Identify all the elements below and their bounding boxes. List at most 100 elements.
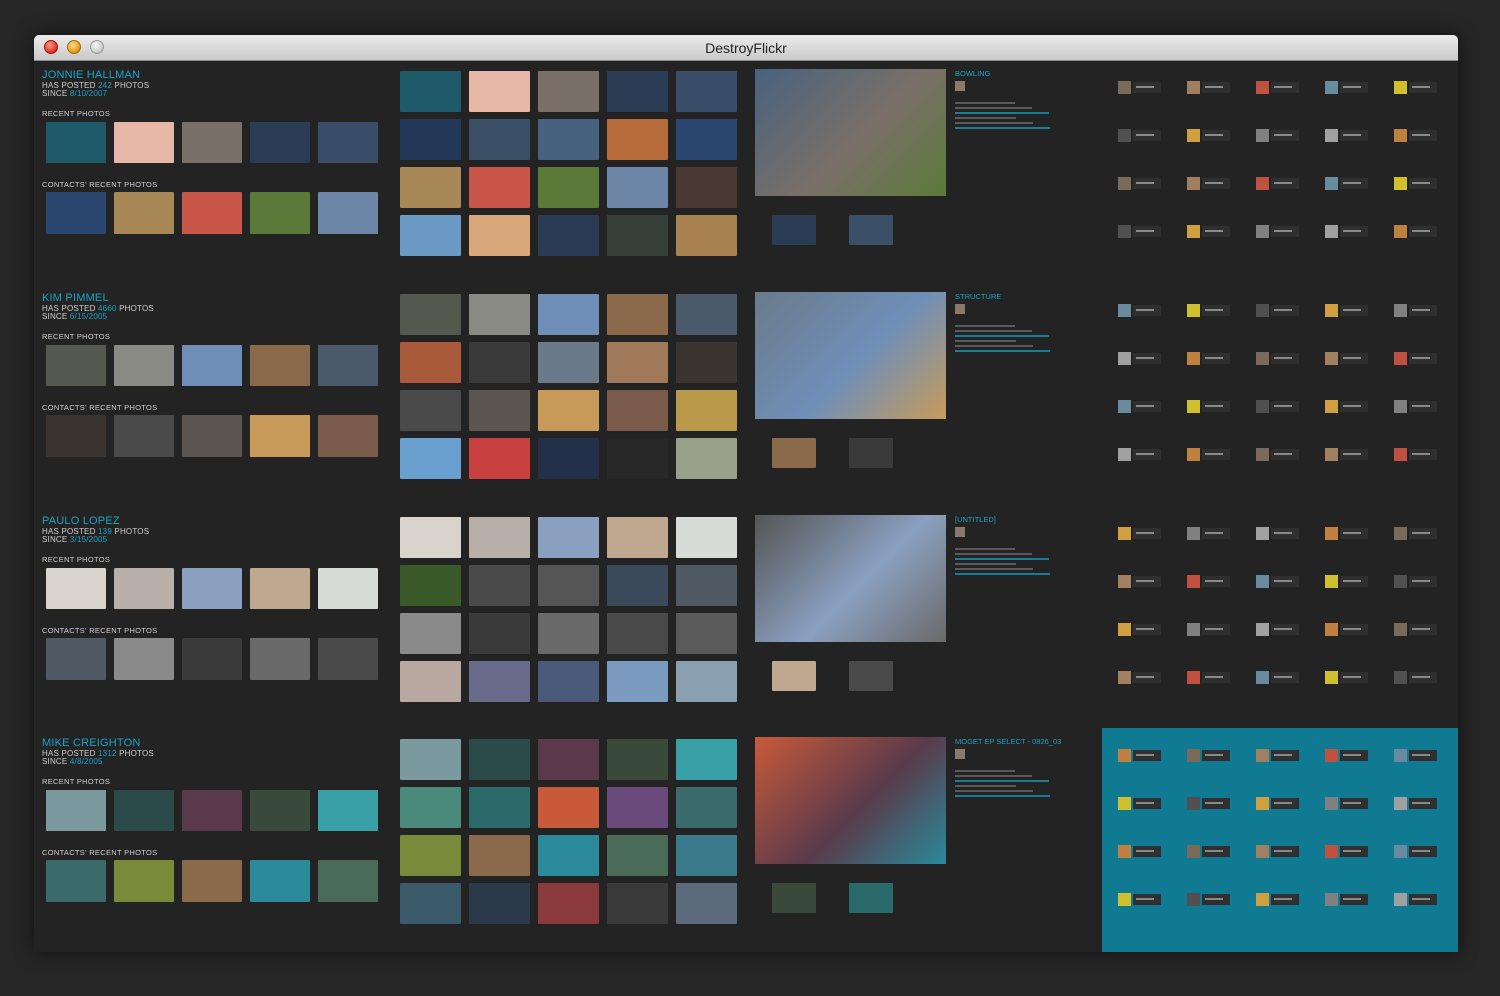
contact-item[interactable]	[1256, 448, 1302, 462]
contact-item[interactable]	[1256, 527, 1302, 541]
contact-item[interactable]	[1256, 845, 1302, 859]
recent-photo[interactable]	[46, 122, 106, 163]
contact-item[interactable]	[1187, 225, 1233, 239]
contact-item[interactable]	[1118, 893, 1164, 907]
grid-photo[interactable]	[469, 119, 530, 160]
selected-photo[interactable]	[755, 69, 946, 196]
contact-item[interactable]	[1394, 352, 1440, 366]
contact-item[interactable]	[1118, 845, 1164, 859]
contact-item[interactable]	[1394, 749, 1440, 763]
grid-photo[interactable]	[676, 390, 737, 431]
grid-photo[interactable]	[607, 661, 668, 702]
contact-item[interactable]	[1187, 845, 1233, 859]
grid-photo[interactable]	[538, 661, 599, 702]
contact-item[interactable]	[1118, 177, 1164, 191]
grid-photo[interactable]	[400, 517, 461, 558]
contact-item[interactable]	[1187, 749, 1233, 763]
contact-photo[interactable]	[182, 638, 242, 680]
grid-photo[interactable]	[469, 390, 530, 431]
contact-item[interactable]	[1394, 448, 1440, 462]
related-photo[interactable]	[772, 438, 816, 468]
grid-photo[interactable]	[400, 613, 461, 654]
selected-photo[interactable]	[755, 737, 946, 864]
contact-item[interactable]	[1118, 448, 1164, 462]
grid-photo[interactable]	[676, 787, 737, 828]
contact-photo[interactable]	[114, 415, 174, 457]
contact-item[interactable]	[1325, 304, 1371, 318]
contact-item[interactable]	[1187, 400, 1233, 414]
grid-photo[interactable]	[400, 835, 461, 876]
recent-photo[interactable]	[250, 345, 310, 386]
grid-photo[interactable]	[469, 294, 530, 335]
recent-photo[interactable]	[46, 345, 106, 386]
contact-photo[interactable]	[318, 415, 378, 457]
contact-item[interactable]	[1118, 304, 1164, 318]
grid-photo[interactable]	[469, 661, 530, 702]
related-photo[interactable]	[772, 661, 816, 691]
grid-photo[interactable]	[676, 883, 737, 924]
grid-photo[interactable]	[676, 661, 737, 702]
contact-item[interactable]	[1394, 81, 1440, 95]
contact-item[interactable]	[1325, 177, 1371, 191]
contact-item[interactable]	[1187, 177, 1233, 191]
contact-item[interactable]	[1325, 81, 1371, 95]
grid-photo[interactable]	[538, 438, 599, 479]
grid-photo[interactable]	[469, 167, 530, 208]
grid-photo[interactable]	[676, 167, 737, 208]
contact-item[interactable]	[1118, 575, 1164, 589]
grid-photo[interactable]	[400, 342, 461, 383]
grid-photo[interactable]	[538, 883, 599, 924]
grid-photo[interactable]	[538, 215, 599, 256]
photo-title[interactable]: BOWLING	[955, 69, 990, 78]
contact-item[interactable]	[1256, 893, 1302, 907]
contact-item[interactable]	[1256, 352, 1302, 366]
related-photo[interactable]	[849, 215, 893, 245]
contact-photo[interactable]	[46, 638, 106, 680]
grid-photo[interactable]	[469, 517, 530, 558]
contact-photo[interactable]	[250, 860, 310, 902]
grid-photo[interactable]	[676, 438, 737, 479]
grid-photo[interactable]	[607, 71, 668, 112]
contact-item[interactable]	[1187, 448, 1233, 462]
grid-photo[interactable]	[607, 613, 668, 654]
contact-item[interactable]	[1394, 797, 1440, 811]
related-photo[interactable]	[772, 883, 816, 913]
grid-photo[interactable]	[400, 565, 461, 606]
contact-item[interactable]	[1256, 671, 1302, 685]
grid-photo[interactable]	[607, 739, 668, 780]
contact-item[interactable]	[1394, 671, 1440, 685]
grid-photo[interactable]	[676, 739, 737, 780]
contact-item[interactable]	[1325, 623, 1371, 637]
recent-photo[interactable]	[182, 568, 242, 609]
recent-photo[interactable]	[182, 790, 242, 831]
recent-photo[interactable]	[250, 790, 310, 831]
contact-item[interactable]	[1325, 225, 1371, 239]
contact-item[interactable]	[1256, 575, 1302, 589]
contact-item[interactable]	[1187, 81, 1233, 95]
recent-photo[interactable]	[114, 790, 174, 831]
grid-photo[interactable]	[607, 342, 668, 383]
recent-photo[interactable]	[318, 568, 378, 609]
user-name[interactable]: KIM PIMMEL	[42, 292, 109, 304]
recent-photo[interactable]	[46, 790, 106, 831]
contact-item[interactable]	[1394, 623, 1440, 637]
contact-photo[interactable]	[114, 192, 174, 234]
selected-photo[interactable]	[755, 515, 946, 642]
contact-item[interactable]	[1394, 400, 1440, 414]
grid-photo[interactable]	[400, 71, 461, 112]
grid-photo[interactable]	[538, 294, 599, 335]
grid-photo[interactable]	[469, 739, 530, 780]
contact-item[interactable]	[1325, 575, 1371, 589]
photo-title[interactable]: [UNTITLED]	[955, 515, 996, 524]
user-name[interactable]: PAULO LOPEZ	[42, 515, 120, 527]
grid-photo[interactable]	[538, 565, 599, 606]
grid-photo[interactable]	[676, 565, 737, 606]
grid-photo[interactable]	[676, 294, 737, 335]
contact-item[interactable]	[1394, 177, 1440, 191]
contact-item[interactable]	[1187, 527, 1233, 541]
contact-photo[interactable]	[318, 860, 378, 902]
grid-photo[interactable]	[676, 517, 737, 558]
recent-photo[interactable]	[46, 568, 106, 609]
contact-item[interactable]	[1187, 893, 1233, 907]
contact-item[interactable]	[1118, 623, 1164, 637]
